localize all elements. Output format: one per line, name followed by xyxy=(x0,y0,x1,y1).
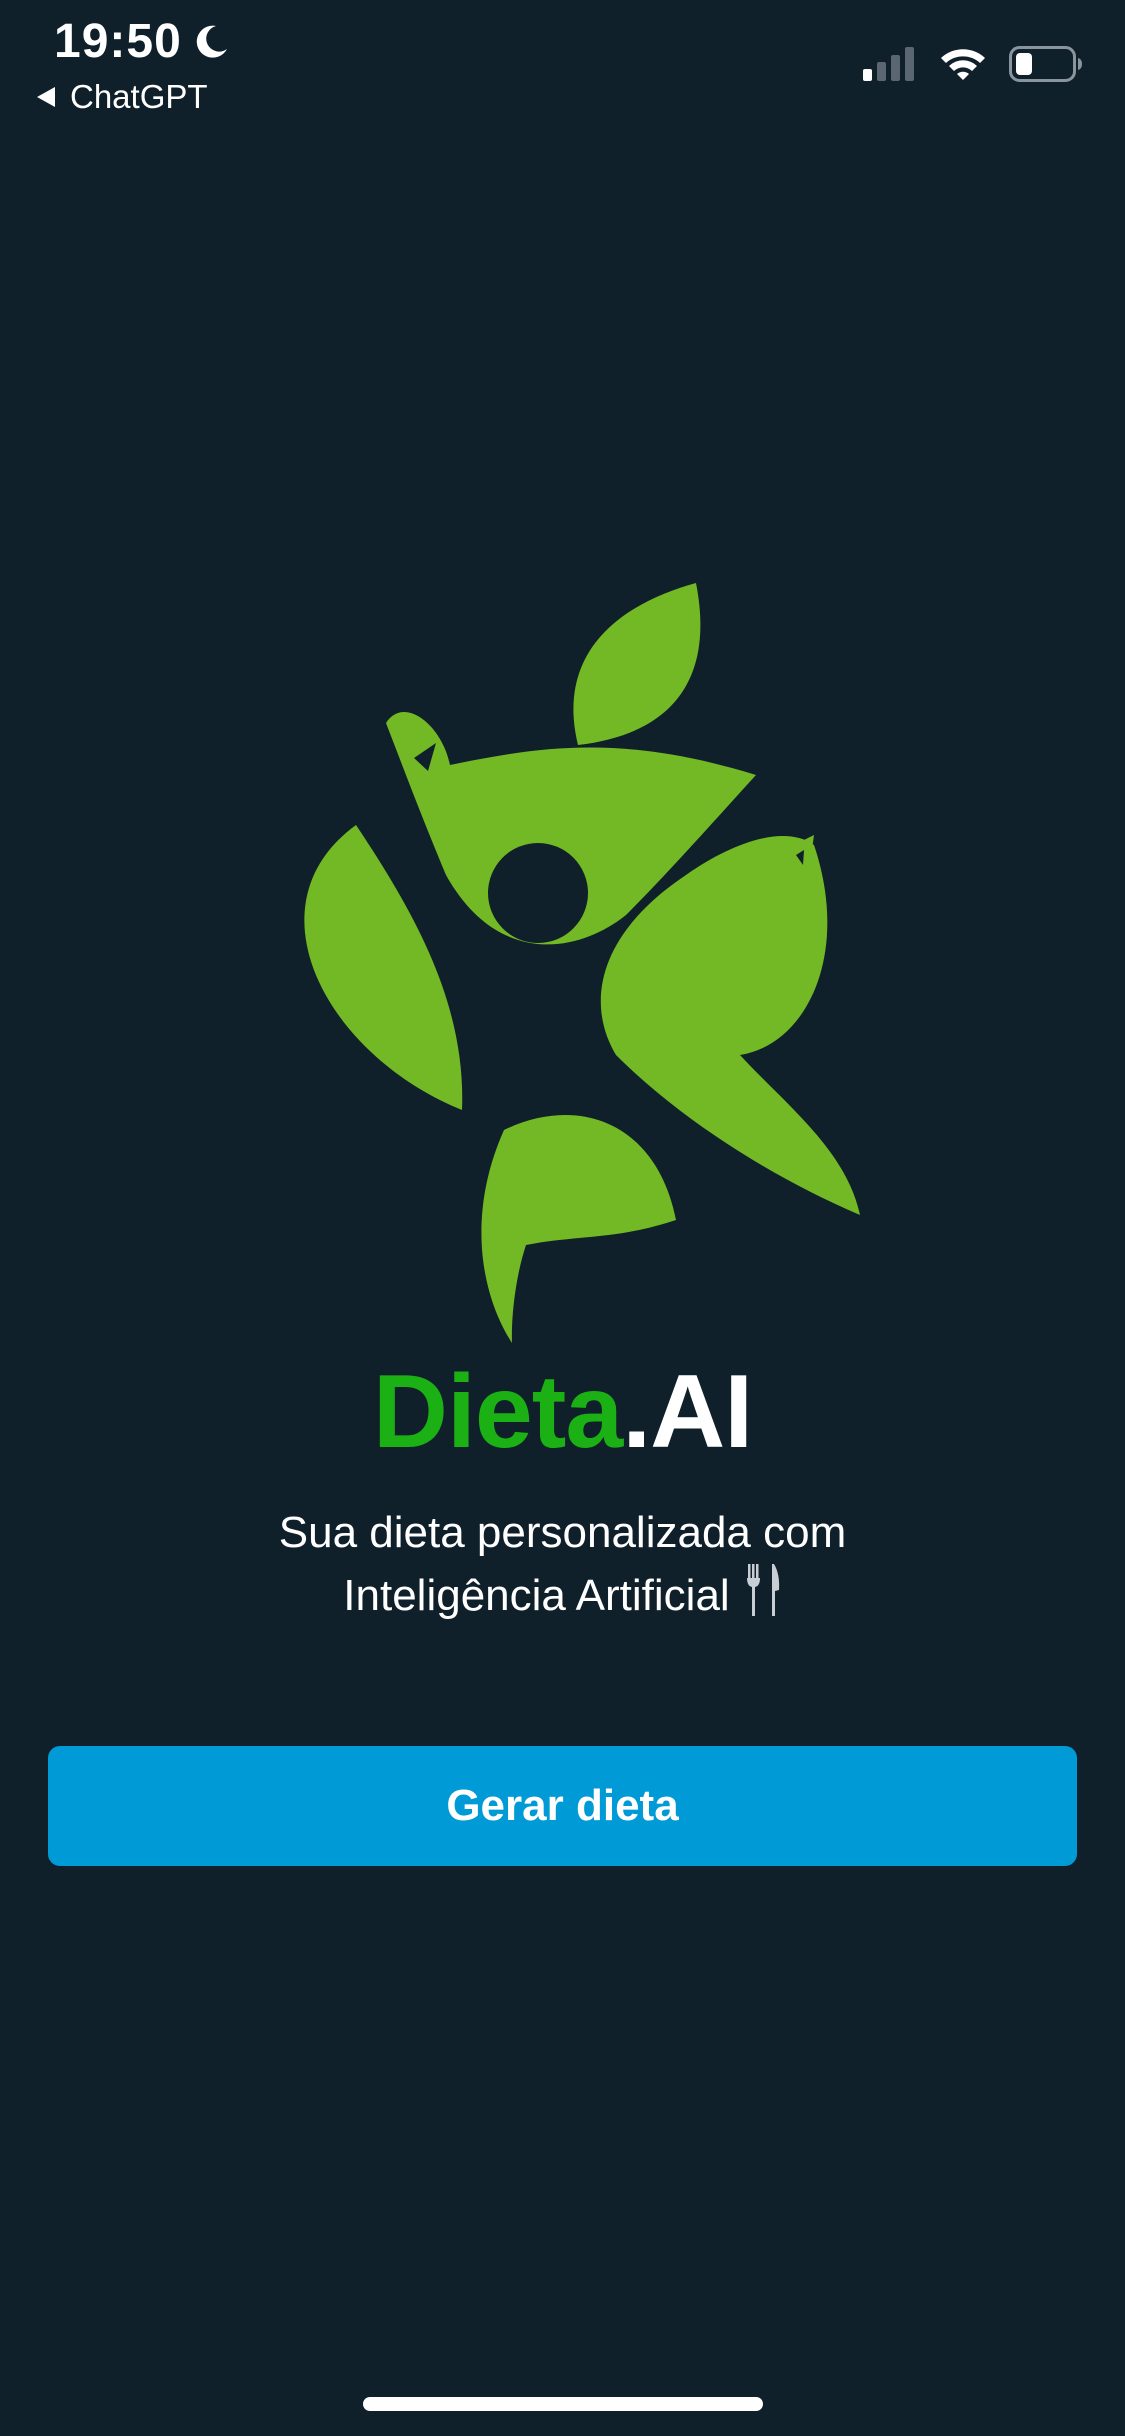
app-title: Dieta.AI xyxy=(0,1360,1125,1464)
app-title-part1: Dieta xyxy=(372,1354,623,1470)
status-icons xyxy=(863,46,1083,82)
signal-icon xyxy=(863,47,917,81)
tagline-line1: Sua dieta personalizada com xyxy=(278,1508,847,1557)
clock: 19:50 xyxy=(54,14,230,69)
status-time: 19:50 xyxy=(54,15,182,68)
generate-diet-button-label: Gerar dieta xyxy=(446,1781,679,1830)
wifi-icon xyxy=(939,46,987,82)
leaf-person-logo-icon xyxy=(304,583,860,1343)
home-indicator[interactable] xyxy=(363,2397,763,2411)
moon-icon xyxy=(192,23,230,61)
generate-diet-button[interactable]: Gerar dieta xyxy=(48,1746,1077,1866)
back-to-app-button[interactable]: ChatGPT xyxy=(36,78,208,116)
tagline-line2: Inteligência Artificial xyxy=(343,1571,730,1620)
back-app-label: ChatGPT xyxy=(70,78,208,115)
status-bar: 19:50 ChatGPT xyxy=(0,0,1125,140)
fork-knife-icon xyxy=(744,1562,782,1633)
app-title-part2: .AI xyxy=(622,1354,753,1470)
tagline-line2-wrap: Inteligência Artificial xyxy=(0,1562,1125,1633)
app-logo xyxy=(286,575,866,1345)
battery-icon xyxy=(1009,46,1083,82)
tagline: Sua dieta personalizada com Inteligência… xyxy=(0,1504,1125,1633)
back-triangle-icon xyxy=(36,86,56,108)
